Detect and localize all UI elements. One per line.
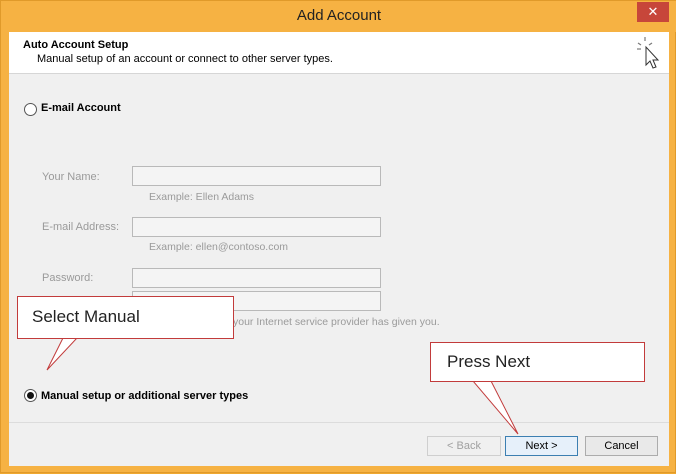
select-manual-callout: Select Manual <box>17 296 234 339</box>
select-manual-text: Select Manual <box>32 307 140 326</box>
press-next-text: Press Next <box>447 352 531 371</box>
select-manual-pointer <box>46 337 79 371</box>
press-next-callout: Press Next <box>430 342 645 382</box>
add-account-window: Add Account ✕ Auto Account Setup Manual … <box>0 0 676 473</box>
press-next-pointer <box>471 380 519 435</box>
callout-pointers <box>46 337 519 435</box>
